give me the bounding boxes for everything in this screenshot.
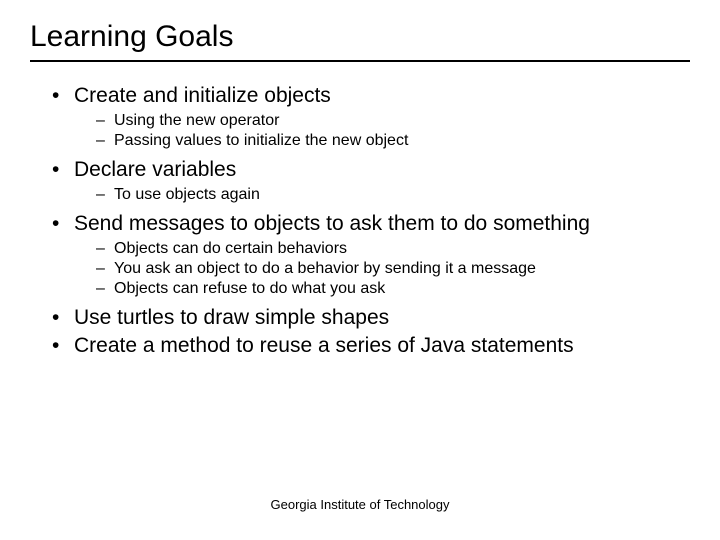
- bullet-list: Create and initialize objects Using the …: [30, 84, 690, 358]
- sub-item: To use objects again: [96, 186, 690, 204]
- list-item: Use turtles to draw simple shapes: [52, 306, 690, 330]
- bullet-text: Declare variables: [74, 158, 236, 181]
- footer-text: Georgia Institute of Technology: [0, 497, 720, 512]
- sub-list: To use objects again: [74, 186, 690, 204]
- list-item: Create and initialize objects Using the …: [52, 84, 690, 150]
- sub-item: Passing values to initialize the new obj…: [96, 132, 690, 150]
- sub-list: Using the new operator Passing values to…: [74, 112, 690, 150]
- bullet-text: Create and initialize objects: [74, 84, 331, 107]
- list-item: Create a method to reuse a series of Jav…: [52, 334, 690, 358]
- sub-item: Using the new operator: [96, 112, 690, 130]
- list-item: Send messages to objects to ask them to …: [52, 212, 690, 298]
- sub-item: You ask an object to do a behavior by se…: [96, 260, 690, 278]
- sub-item: Objects can refuse to do what you ask: [96, 280, 690, 298]
- bullet-text: Send messages to objects to ask them to …: [74, 212, 590, 235]
- bullet-text: Use turtles to draw simple shapes: [74, 306, 389, 329]
- list-item: Declare variables To use objects again: [52, 158, 690, 204]
- bullet-text: Create a method to reuse a series of Jav…: [74, 334, 574, 357]
- slide-title: Learning Goals: [30, 20, 690, 62]
- sub-item: Objects can do certain behaviors: [96, 240, 690, 258]
- sub-list: Objects can do certain behaviors You ask…: [74, 240, 690, 298]
